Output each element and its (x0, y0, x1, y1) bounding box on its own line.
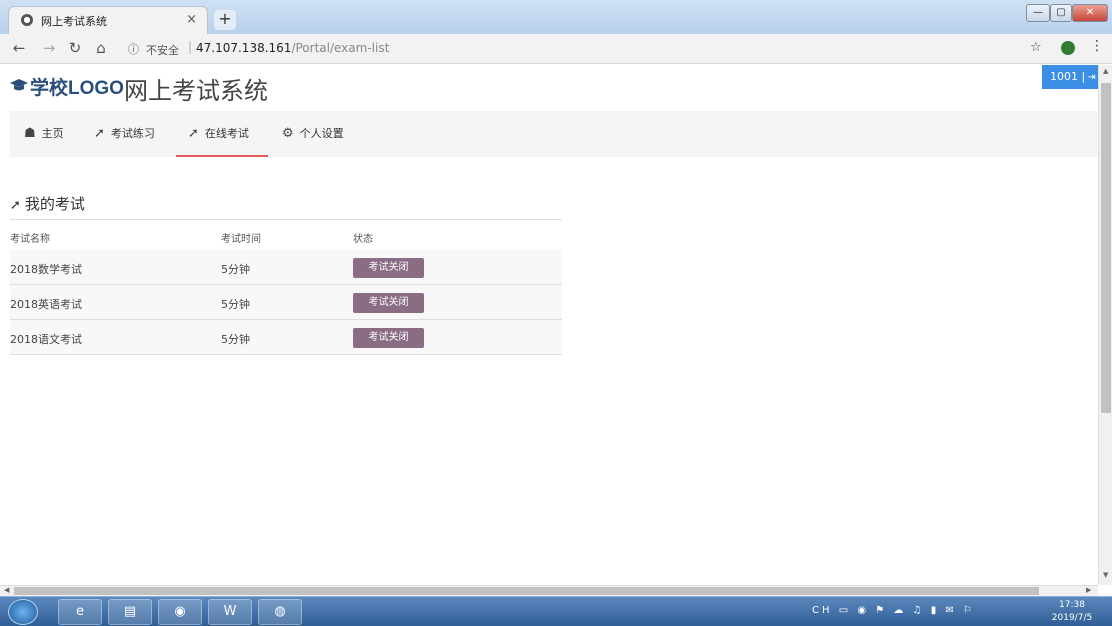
start-button[interactable] (8, 599, 38, 625)
nav-item-exam-practice[interactable]: ➚ 考试练习 (94, 111, 155, 157)
horizontal-scroll-thumb[interactable] (14, 587, 1039, 595)
taskbar-clock[interactable]: 17:38 2019/7/5 (1046, 599, 1098, 625)
window-maximize-button[interactable]: ▢ (1050, 4, 1072, 22)
url-path: /Portal/exam-list (291, 41, 390, 55)
table-row: 2018语文考试 5分钟 考试关闭 (10, 320, 562, 355)
nav-item-label: 主页 (41, 127, 64, 140)
user-badge[interactable]: 1001 | ⇥ (1042, 65, 1098, 89)
exam-name: 2018英语考试 (10, 298, 82, 311)
graduation-cap-icon (10, 79, 28, 91)
reload-icon[interactable]: ↻ (66, 39, 84, 57)
page-viewport: 学校LOGO 网上考试系统 1001 | ⇥ ☗ 主页 ➚ 考试练习 ➚ 在线考试 ⚙ 个… (0, 65, 1098, 585)
window-minimize-button[interactable]: — (1026, 4, 1050, 22)
app-taskbar-icon[interactable]: ◍ (258, 599, 302, 625)
paper-plane-icon: ➚ (188, 126, 199, 141)
column-header-status: 状态 (353, 234, 373, 245)
user-id: 1001 (1050, 70, 1078, 83)
column-header-name: 考试名称 (10, 234, 50, 245)
home-icon: ☗ (24, 126, 36, 141)
exam-status-button[interactable]: 考试关闭 (353, 258, 424, 278)
scroll-left-icon[interactable]: ◀ (4, 586, 9, 594)
school-logo: 学校LOGO (30, 78, 124, 99)
browser-tab[interactable]: ● 网上考试系统 × (8, 6, 208, 34)
section-title: ➚ 我的考试 (10, 193, 85, 214)
info-icon[interactable]: ⓘ (128, 41, 139, 57)
exam-status-button[interactable]: 考试关闭 (353, 293, 424, 313)
system-tray[interactable]: CH ▭ ◉ ⚑ ☁ ♫ ▮ ✉ ⚐ (812, 605, 975, 616)
logout-icon[interactable]: ⇥ (1087, 72, 1095, 83)
nav-item-home[interactable]: ☗ 主页 (24, 111, 64, 157)
address-bar[interactable]: ⓘ 不安全 | 47.107.138.161/Portal/exam-list (118, 38, 1018, 60)
input-language[interactable]: CH (812, 605, 833, 616)
scroll-right-icon[interactable]: ▶ (1086, 586, 1091, 594)
tab-title: 网上考试系统 (41, 15, 107, 28)
site-favicon-icon: ● (21, 14, 33, 26)
exam-name: 2018语文考试 (10, 333, 82, 346)
nav-item-label: 在线考试 (204, 127, 249, 140)
home-button-icon[interactable]: ⌂ (92, 39, 110, 57)
column-header-time: 考试时间 (221, 234, 261, 245)
exam-duration: 5分钟 (221, 298, 250, 311)
nav-item-online-exam[interactable]: ➚ 在线考试 (176, 111, 268, 157)
horizontal-scrollbar[interactable]: ◀ ▶ (0, 585, 1098, 596)
clock-date: 2019/7/5 (1051, 613, 1093, 623)
vertical-scroll-thumb[interactable] (1101, 83, 1111, 413)
address-url: 47.107.138.161/Portal/exam-list (196, 41, 389, 55)
extension-icon[interactable] (1061, 41, 1075, 55)
nav-item-label: 考试练习 (110, 127, 155, 140)
ie-taskbar-icon[interactable]: e (58, 599, 102, 625)
new-tab-button[interactable]: + (214, 10, 236, 30)
folder-taskbar-icon[interactable]: ▤ (108, 599, 152, 625)
scroll-down-icon[interactable]: ▼ (1103, 571, 1108, 579)
nav-item-personal-settings[interactable]: ⚙ 个人设置 (282, 111, 344, 157)
window-close-button[interactable]: ✕ (1072, 4, 1108, 22)
gears-icon: ⚙ (282, 126, 294, 141)
browser-tab-strip: ● 网上考试系统 × + — ▢ ✕ (0, 0, 1112, 34)
exam-name: 2018数学考试 (10, 263, 82, 276)
vertical-scrollbar[interactable]: ▲ ▼ (1098, 65, 1112, 585)
windows-taskbar: e ▤ ◉ W ◍ CH ▭ ◉ ⚑ ☁ ♫ ▮ ✉ ⚐ 17:38 2019/… (0, 596, 1112, 626)
bookmark-star-icon[interactable]: ☆ (1030, 40, 1042, 55)
exam-duration: 5分钟 (221, 333, 250, 346)
paper-plane-icon: ➚ (94, 126, 105, 141)
exam-status-button[interactable]: 考试关闭 (353, 328, 424, 348)
main-nav: ☗ 主页 ➚ 考试练习 ➚ 在线考试 ⚙ 个人设置 (10, 111, 1098, 157)
scroll-up-icon[interactable]: ▲ (1103, 67, 1108, 75)
paper-plane-icon: ➚ (10, 198, 21, 213)
url-host: 47.107.138.161 (196, 41, 292, 55)
chrome-taskbar-icon[interactable]: ◉ (158, 599, 202, 625)
browser-menu-icon[interactable]: ⋮ (1090, 38, 1104, 54)
word-taskbar-icon[interactable]: W (208, 599, 252, 625)
browser-toolbar: ← → ↻ ⌂ ⓘ 不安全 | 47.107.138.161/Portal/ex… (0, 34, 1112, 64)
security-label: 不安全 (146, 44, 179, 57)
forward-arrow-icon[interactable]: → (40, 39, 58, 57)
back-arrow-icon[interactable]: ← (10, 39, 28, 57)
site-title: 网上考试系统 (124, 77, 268, 105)
table-row: 2018英语考试 5分钟 考试关闭 (10, 285, 562, 320)
table-row: 2018数学考试 5分钟 考试关闭 (10, 250, 562, 285)
clock-time: 17:38 (1059, 600, 1085, 610)
tab-close-icon[interactable]: × (186, 12, 197, 27)
section-title-text: 我的考试 (24, 195, 85, 213)
site-header: 学校LOGO 网上考试系统 1001 | ⇥ (0, 65, 1098, 111)
address-separator: | (188, 40, 193, 54)
exam-table-header: 考试名称 考试时间 状态 (10, 219, 562, 251)
exam-duration: 5分钟 (221, 263, 250, 276)
nav-item-label: 个人设置 (299, 127, 344, 140)
